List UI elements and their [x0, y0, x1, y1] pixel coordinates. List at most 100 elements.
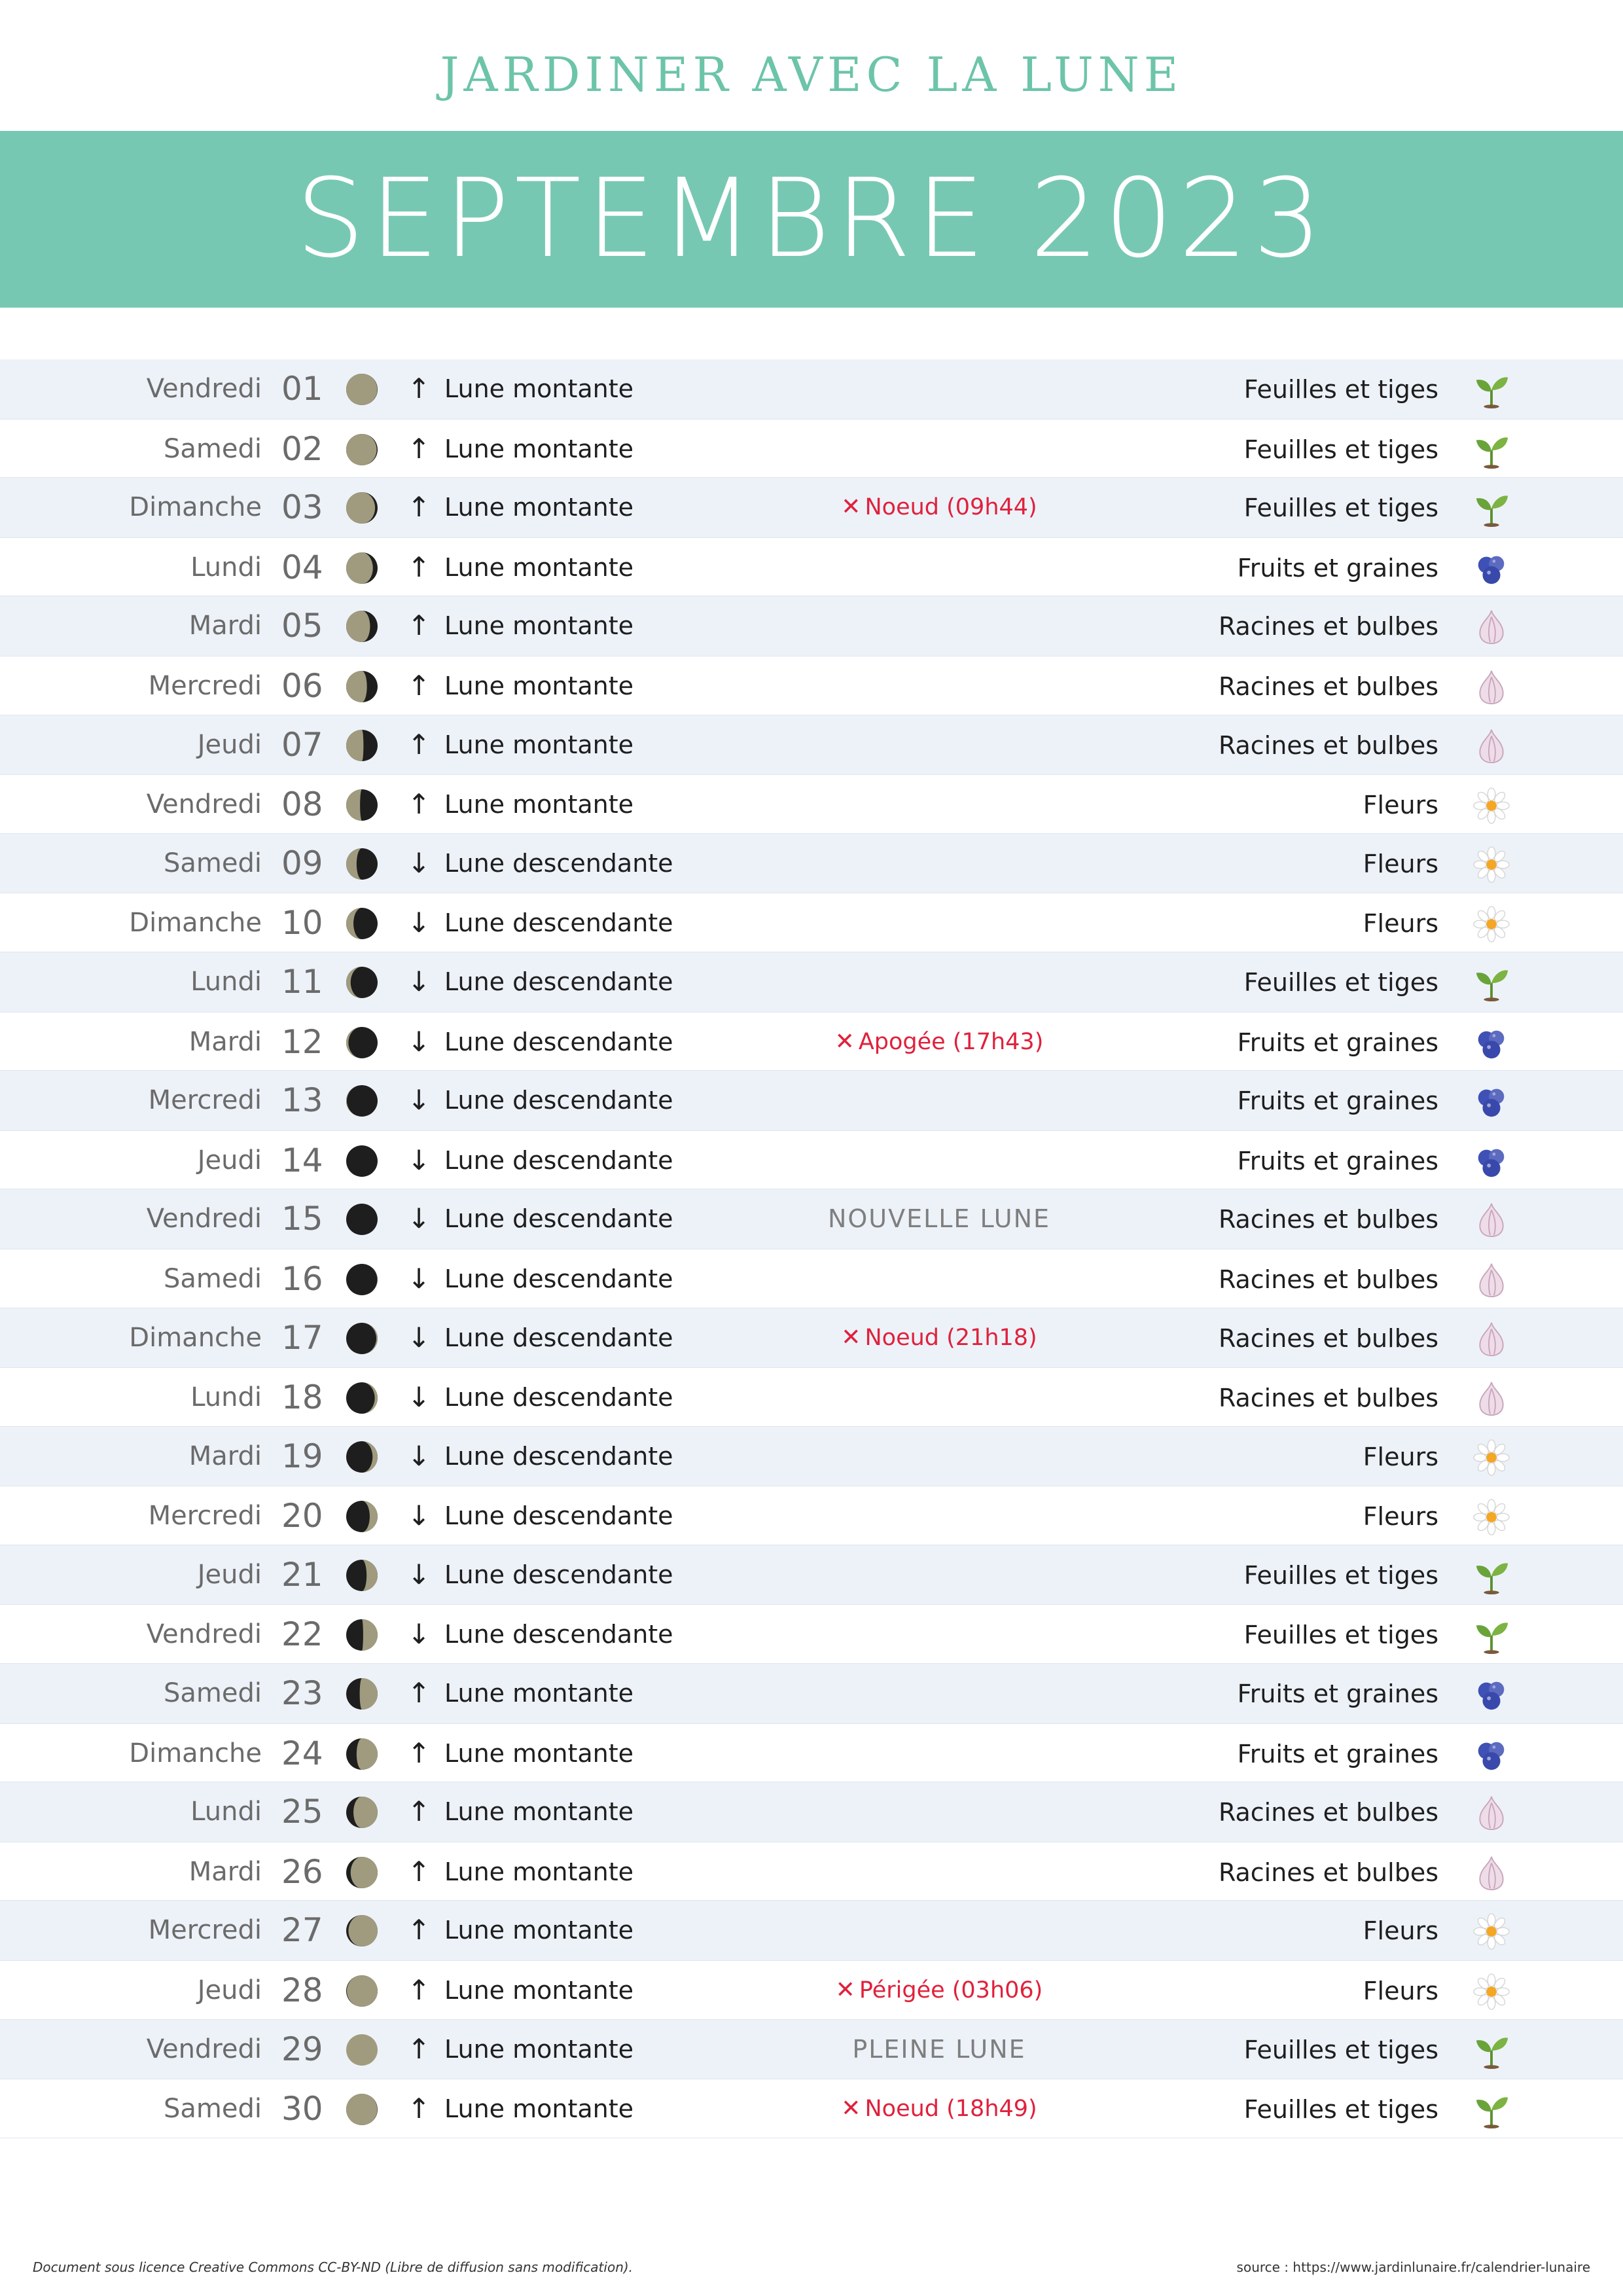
table-row: Vendredi 15 ↓ Lune descendante NOUVELLE LUNE… — [0, 1189, 1623, 1249]
day-number: 18 — [281, 1378, 323, 1417]
berries-icon — [1472, 1143, 1510, 1181]
source-link[interactable]: source : https://www.jardinlunaire.fr/ca… — [1237, 2259, 1590, 2275]
table-row: Lundi 11 ↓ Lune descendante Feuilles et tige… — [0, 952, 1623, 1012]
moon-phase-icon — [345, 1677, 379, 1711]
moon-phase-icon — [345, 2033, 379, 2067]
garden-category: Racines et bulbes — [1218, 1323, 1438, 1353]
moon-trend: Lune descendante — [444, 1501, 673, 1531]
day-number: 08 — [281, 785, 323, 824]
sprout-icon — [1472, 1557, 1510, 1595]
moon-trend: Lune descendante — [444, 1560, 673, 1589]
moon-direction-arrow: ↑ — [407, 2092, 431, 2125]
table-row: Mercredi 06 ↑ Lune montante Racines et bulbe… — [0, 655, 1623, 715]
cross-icon: ✕ — [841, 1323, 861, 1351]
daisy-icon — [1472, 1498, 1510, 1536]
garlic-icon — [1472, 1320, 1510, 1358]
sprout-icon — [1472, 2091, 1510, 2129]
moon-phase-icon — [345, 1558, 379, 1592]
moon-trend: Lune descendante — [444, 908, 673, 938]
day-number: 10 — [281, 904, 323, 942]
day-number: 13 — [281, 1081, 323, 1120]
moon-phase-icon — [345, 551, 379, 585]
moon-trend: Lune montante — [444, 671, 634, 700]
moon-phase-icon — [345, 906, 379, 941]
event-note: ✕ Apogée (17h43) — [805, 1013, 1073, 1071]
table-row: Dimanche 10 ↓ Lune descendante Fleurs — [0, 893, 1623, 952]
day-number: 02 — [281, 429, 323, 468]
table-row: Mardi 05 ↑ Lune montante Racines et bulbes — [0, 596, 1623, 656]
moon-trend: Lune descendante — [444, 1264, 673, 1293]
garlic-icon — [1472, 1261, 1510, 1299]
table-row: Samedi 02 ↑ Lune montante Feuilles et tiges — [0, 418, 1623, 478]
garden-category: Fleurs — [1363, 791, 1438, 820]
berries-icon — [1472, 1736, 1510, 1774]
day-name: Dimanche — [129, 1322, 262, 1353]
garden-category: Fleurs — [1363, 1442, 1438, 1471]
moon-phase-icon — [345, 491, 379, 525]
day-number: 12 — [281, 1022, 323, 1061]
garden-category: Racines et bulbes — [1218, 672, 1438, 701]
day-name: Dimanche — [129, 908, 262, 939]
table-row: Mardi 26 ↑ Lune montante Racines et bulbes — [0, 1841, 1623, 1901]
moon-trend: Lune descendante — [444, 1441, 673, 1471]
moon-phase-icon — [345, 2092, 379, 2126]
moon-trend: Lune montante — [444, 493, 634, 522]
day-number: 24 — [281, 1734, 323, 1772]
day-number: 21 — [281, 1555, 323, 1594]
day-name: Samedi — [164, 848, 262, 878]
day-number: 16 — [281, 1259, 323, 1298]
moon-direction-arrow: ↑ — [407, 1795, 431, 1828]
event-label: Apogée (17h43) — [858, 1028, 1044, 1055]
garden-category: Fruits et graines — [1237, 1739, 1438, 1768]
garden-category: Fruits et graines — [1237, 553, 1438, 583]
moon-trend: Lune montante — [444, 790, 634, 819]
day-name: Mercredi — [148, 670, 262, 701]
moon-direction-arrow: ↓ — [407, 1618, 431, 1651]
table-row: Jeudi 07 ↑ Lune montante Racines et bulbes — [0, 715, 1623, 775]
day-number: 14 — [281, 1141, 323, 1179]
garden-category: Racines et bulbes — [1218, 1265, 1438, 1294]
day-name: Lundi — [190, 1382, 262, 1413]
moon-trend: Lune montante — [444, 730, 634, 759]
moon-phase-icon — [345, 433, 379, 467]
daisy-icon — [1472, 846, 1510, 884]
moon-phase-icon — [345, 1026, 379, 1060]
sprout-icon — [1472, 1617, 1510, 1655]
garden-category: Fleurs — [1363, 1502, 1438, 1532]
moon-phase-icon — [345, 1084, 379, 1118]
daisy-icon — [1472, 905, 1510, 943]
day-name: Samedi — [164, 433, 262, 464]
garden-category: Feuilles et tiges — [1243, 1621, 1438, 1650]
moon-trend: Lune descendante — [444, 1086, 673, 1115]
moon-trend: Lune montante — [444, 1857, 634, 1886]
moon-direction-arrow: ↑ — [407, 372, 431, 404]
moon-phase-icon — [345, 1381, 379, 1415]
table-row: Lundi 04 ↑ Lune montante Fruits et graines — [0, 537, 1623, 597]
garden-category: Feuilles et tiges — [1243, 375, 1438, 404]
moon-trend: Lune montante — [444, 1738, 634, 1768]
moon-trend: Lune montante — [444, 374, 634, 403]
day-name: Samedi — [164, 1678, 262, 1709]
moon-direction-arrow: ↓ — [407, 1381, 431, 1414]
garden-category: Fleurs — [1363, 1977, 1438, 2006]
event-label: Noeud (09h44) — [865, 494, 1037, 521]
calendar-table: Vendredi 01 ↑ Lune montante Feuilles et tige… — [0, 359, 1623, 2138]
moon-trend: Lune montante — [444, 1679, 634, 1708]
moon-trend: Lune descendante — [444, 967, 673, 996]
day-number: 28 — [281, 1971, 323, 2010]
table-row: Jeudi 21 ↓ Lune descendante Feuilles et tige… — [0, 1545, 1623, 1605]
license-note: Document sous licence Creative Commons C… — [33, 2259, 633, 2275]
day-name: Vendredi — [146, 1619, 262, 1650]
daisy-icon — [1472, 1912, 1510, 1950]
cross-icon: ✕ — [841, 2095, 861, 2123]
day-name: Vendredi — [146, 374, 262, 404]
berries-icon — [1472, 1083, 1510, 1121]
table-row: Jeudi 14 ↓ Lune descendante Fruits et graine… — [0, 1130, 1623, 1190]
table-row: Vendredi 08 ↑ Lune montante Fleurs — [0, 774, 1623, 834]
daisy-icon — [1472, 1439, 1510, 1477]
moon-trend: Lune montante — [444, 1916, 634, 1945]
garden-category: Feuilles et tiges — [1243, 493, 1438, 523]
berries-icon — [1472, 1024, 1510, 1062]
sprout-icon — [1472, 2032, 1510, 2070]
garden-category: Racines et bulbes — [1218, 612, 1438, 641]
